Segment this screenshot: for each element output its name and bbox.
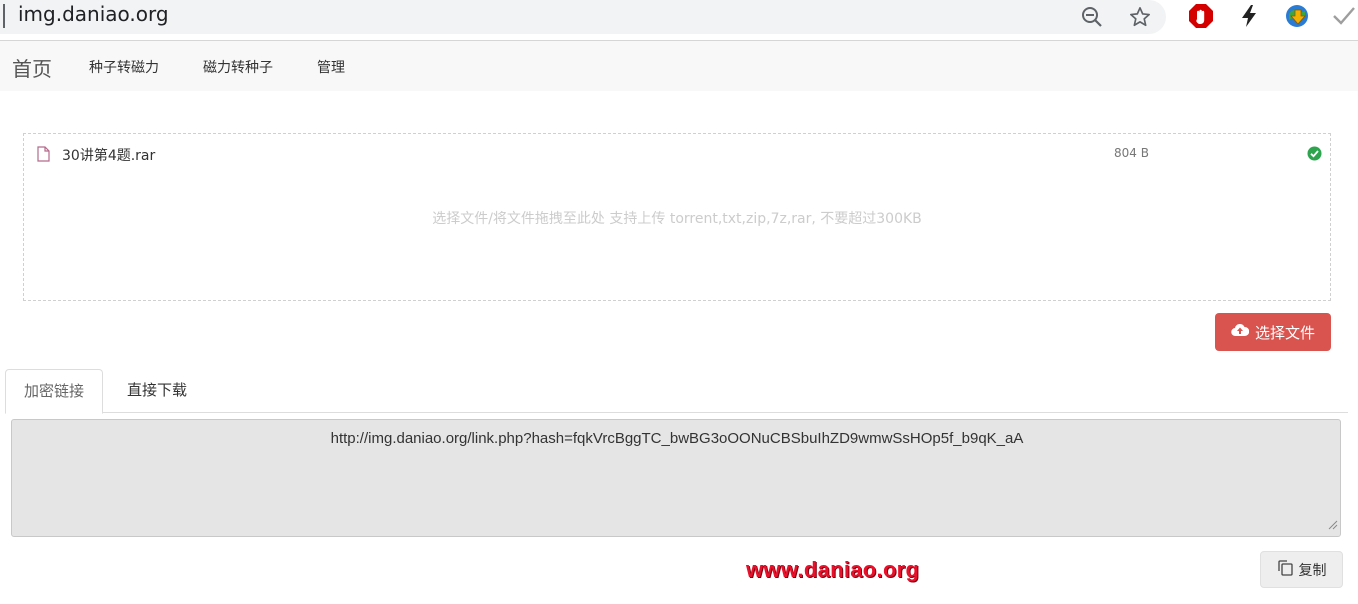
result-link-textarea[interactable]: http://img.daniao.org/link.php?hash=fqkV… <box>11 419 1341 537</box>
star-icon[interactable] <box>1126 3 1154 31</box>
nav-brand-home[interactable]: 首页 <box>12 53 52 82</box>
copy-label: 复制 <box>1298 562 1327 579</box>
bolt-icon[interactable] <box>1234 1 1264 31</box>
idm-icon[interactable] <box>1282 1 1312 31</box>
result-tabs: 加密链接 直接下载 <box>5 369 1348 414</box>
file-icon <box>37 146 50 166</box>
url-text[interactable]: img.daniao.org <box>18 2 169 26</box>
upload-dropzone[interactable]: 30讲第4题.rar 804 B 选择文件/将文件拖拽至此处 支持上传 torr… <box>23 133 1331 301</box>
cloud-upload-icon <box>1231 323 1250 341</box>
copy-icon <box>1277 559 1294 580</box>
result-link-text[interactable]: http://img.daniao.org/link.php?hash=fqkV… <box>12 430 1342 447</box>
upload-success-icon <box>1307 146 1322 165</box>
browser-toolbar: img.daniao.org <box>0 0 1358 41</box>
dropzone-hint: 选择文件/将文件拖拽至此处 支持上传 torrent,txt,zip,7z,ra… <box>432 211 922 227</box>
nav-link-manage[interactable]: 管理 <box>317 57 345 77</box>
site-watermark: www.daniao.org <box>746 557 920 582</box>
checkmark-icon[interactable] <box>1329 1 1358 31</box>
choose-file-button[interactable]: 选择文件 <box>1215 313 1331 351</box>
uploaded-file-name: 30讲第4题.rar <box>62 148 156 164</box>
choose-file-label: 选择文件 <box>1254 323 1315 342</box>
zoom-out-icon[interactable] <box>1078 3 1106 31</box>
copy-button[interactable]: 复制 <box>1260 551 1343 588</box>
address-bar[interactable]: img.daniao.org <box>0 0 1166 34</box>
tab-direct-download[interactable]: 直接下载 <box>109 369 205 411</box>
text-caret <box>3 4 5 28</box>
site-navbar: 首页 种子转磁力 磁力转种子 管理 <box>0 41 1358 91</box>
nav-link-torrent-to-magnet[interactable]: 种子转磁力 <box>89 57 159 77</box>
adblock-icon[interactable] <box>1186 1 1216 31</box>
resize-handle-icon[interactable] <box>1328 515 1338 534</box>
uploaded-file-size: 804 B <box>1114 146 1149 160</box>
nav-link-magnet-to-torrent[interactable]: 磁力转种子 <box>203 57 273 77</box>
tab-encrypted-link[interactable]: 加密链接 <box>5 369 104 414</box>
